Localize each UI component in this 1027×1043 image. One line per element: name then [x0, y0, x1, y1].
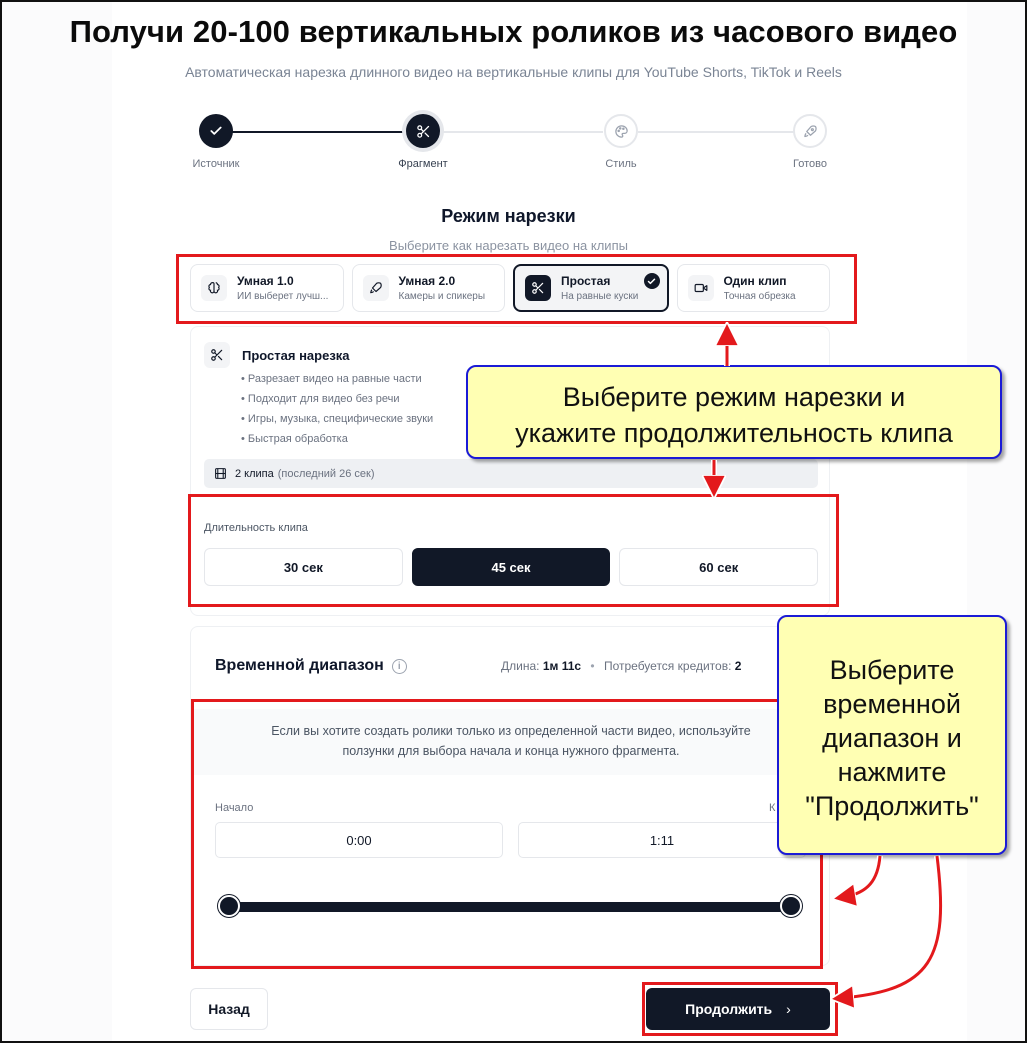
step-done[interactable]: Готово: [770, 114, 850, 170]
rocket-icon: [793, 114, 827, 148]
callout-text: укажите продолжительность клипа: [515, 418, 953, 448]
callout-text: диапазон и: [822, 723, 962, 753]
callout-mode: Выберите режим нарезки и укажите продолж…: [466, 365, 1002, 459]
right-backdrop: [967, 0, 1027, 1043]
step-label: Готово: [793, 158, 827, 170]
check-icon: [199, 114, 233, 148]
palette-icon: [604, 114, 638, 148]
length-label: Длина:: [501, 659, 540, 673]
list-item: • Подходит для видео без речи: [241, 393, 400, 405]
list-item: • Разрезает видео на равные части: [241, 373, 422, 385]
step-label: Фрагмент: [398, 158, 448, 170]
left-backdrop: [0, 0, 112, 1043]
credits-value: 2: [734, 659, 742, 673]
simple-mode-title: Простая нарезка: [242, 347, 350, 363]
callout-text: "Продолжить": [805, 791, 979, 821]
scissors-icon: [204, 342, 230, 368]
range-meta: Длина: 1м 11с • Потребуется кредитов: 2: [501, 659, 742, 673]
arrow-to-slider: [844, 855, 882, 897]
callout-text: временной: [823, 689, 961, 719]
highlight-range-box: [191, 699, 823, 969]
list-item: • Игры, музыка, специфические звуки: [241, 413, 434, 425]
back-button[interactable]: Назад: [190, 988, 268, 1030]
page-title: Получи 20-100 вертикальных роликов из ча…: [69, 14, 958, 49]
step-style[interactable]: Стиль: [581, 114, 661, 170]
highlight-continue-box: [642, 982, 838, 1036]
feature-list: • Разрезает видео на равные части • Подх…: [241, 369, 433, 449]
mode-title: Режим нарезки: [441, 206, 576, 226]
mode-subtitle: Выберите как нарезать видео на клипы: [389, 238, 628, 253]
callout-text: Выберите: [829, 655, 955, 685]
highlight-duration-box: [188, 494, 839, 607]
step-connector: [443, 131, 603, 133]
clips-note: (последний 26 сек): [277, 467, 375, 480]
step-label: Стиль: [605, 158, 637, 170]
callout-text: Выберите режим нарезки и: [562, 382, 906, 412]
time-range-title-text: Временной диапазон: [215, 657, 384, 674]
arrow-to-continue: [842, 855, 943, 998]
stepper: Источник Фрагмент Стиль Готово: [188, 114, 828, 174]
length-value: 1м 11с: [542, 659, 582, 673]
callout-text: нажмите: [837, 757, 947, 787]
time-range-title: Временной диапазон i: [215, 657, 407, 675]
clips-count: 2 клипа: [235, 467, 274, 480]
info-icon[interactable]: i: [391, 658, 407, 674]
film-icon: [214, 467, 227, 480]
scissors-icon: [406, 114, 440, 148]
highlight-mode-box: [176, 254, 857, 324]
list-item: • Быстрая обработка: [241, 433, 348, 445]
clips-summary: 2 клипа (последний 26 сек): [204, 459, 818, 488]
step-source[interactable]: Источник: [176, 114, 256, 170]
credits-label: Потребуется кредитов:: [603, 659, 732, 673]
step-label: Источник: [192, 158, 240, 170]
step-fragment[interactable]: Фрагмент: [383, 114, 463, 170]
callout-range: Выберите временной диапазон и нажмите "П…: [777, 615, 1007, 855]
page-subtitle: Автоматическая нарезка длинного видео на…: [185, 64, 842, 80]
